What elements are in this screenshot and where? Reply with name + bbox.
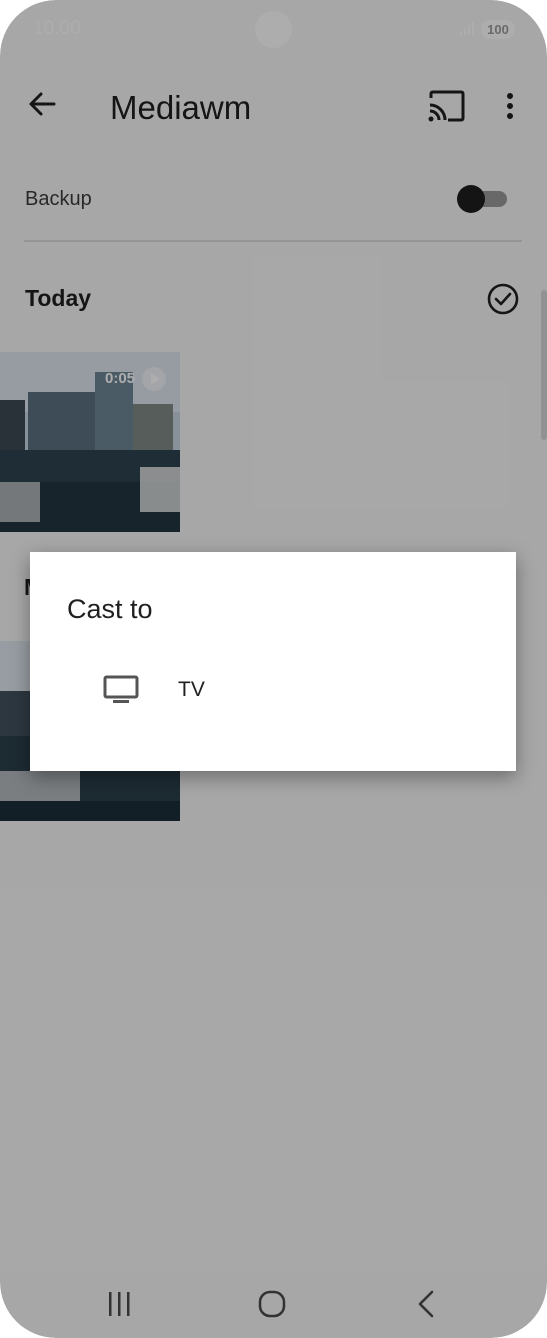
dialog-title: Cast to bbox=[67, 594, 153, 624]
cast-dialog: Cast to TV bbox=[30, 552, 516, 771]
tv-icon bbox=[103, 675, 139, 703]
device-name: TV bbox=[178, 678, 205, 701]
phone-screen: 10.00 100 Mediawm Backup Today 0:05 Cast… bbox=[0, 0, 547, 1338]
cast-device-item[interactable]: TV bbox=[30, 660, 516, 720]
